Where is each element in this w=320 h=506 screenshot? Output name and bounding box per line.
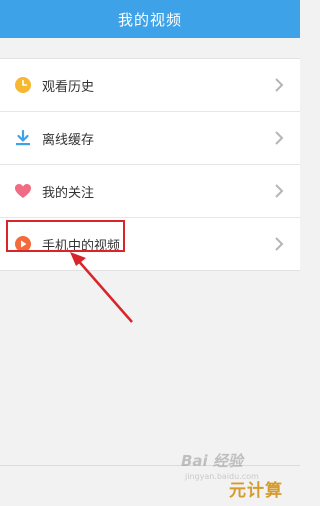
menu-item-watch-history[interactable]: 观看历史	[0, 59, 300, 112]
chevron-right-icon	[275, 78, 284, 92]
menu-item-label: 观看历史	[42, 79, 95, 95]
watermark: Bai 经验	[181, 452, 243, 470]
my-videos-screen: 我的视频 观看历史 离线缓存 我的关注 手机中的视频 Bai 经验 jingya…	[0, 0, 300, 506]
chevron-right-icon	[275, 184, 284, 198]
chevron-right-icon	[275, 131, 284, 145]
page-title: 我的视频	[117, 10, 182, 29]
menu-item-my-follows[interactable]: 我的关注	[0, 165, 300, 218]
highlight-box	[6, 220, 125, 252]
brand-logo-text: 元计算	[229, 481, 283, 501]
heart-icon	[14, 182, 32, 200]
menu-item-offline-cache[interactable]: 离线缓存	[0, 112, 300, 165]
app-header: 我的视频	[0, 0, 300, 38]
download-icon	[14, 129, 32, 147]
chevron-right-icon	[275, 237, 284, 251]
bottom-divider	[0, 465, 300, 466]
menu-item-label: 离线缓存	[42, 132, 95, 148]
clock-icon	[14, 76, 32, 94]
menu-item-label: 我的关注	[42, 185, 95, 201]
